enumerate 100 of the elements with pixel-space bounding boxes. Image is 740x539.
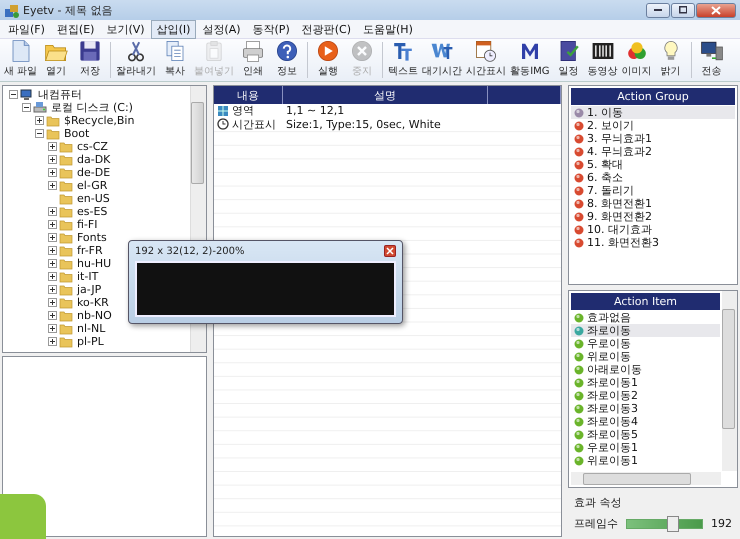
- collapse-icon[interactable]: [35, 129, 44, 138]
- expand-icon[interactable]: [48, 207, 57, 216]
- list-item[interactable]: 위로이동1: [571, 454, 720, 467]
- expand-icon[interactable]: [48, 233, 57, 242]
- folder-icon: [59, 270, 73, 283]
- tree-item[interactable]: da-DK: [75, 153, 110, 166]
- toolbar-button[interactable]: 전송: [694, 39, 729, 81]
- tree-item[interactable]: ko-KR: [75, 296, 109, 309]
- tree-item[interactable]: it-IT: [75, 270, 98, 283]
- collapse-icon[interactable]: [22, 103, 31, 112]
- list-item[interactable]: 3. 무늬효과1: [571, 132, 735, 145]
- tree-item[interactable]: nl-NL: [75, 322, 106, 335]
- menu-item[interactable]: 파일(F): [2, 20, 51, 38]
- list-item[interactable]: 5. 확대: [571, 158, 735, 171]
- toolbar-button[interactable]: 저장: [73, 39, 108, 81]
- list-item[interactable]: 8. 화면전환1: [571, 197, 735, 210]
- list-item[interactable]: 2. 보이기: [571, 119, 735, 132]
- tree-item[interactable]: fi-FI: [75, 218, 98, 231]
- expand-icon[interactable]: [48, 298, 57, 307]
- tree-item[interactable]: pl-PL: [75, 335, 104, 348]
- toolbar-button[interactable]: 새 파일: [2, 39, 40, 81]
- maximize-button[interactable]: [671, 2, 695, 18]
- list-item[interactable]: 4. 무늬효과2: [571, 145, 735, 158]
- list-item[interactable]: 아래로이동: [571, 363, 720, 376]
- menu-item[interactable]: 설정(A): [196, 20, 247, 38]
- tree-item[interactable]: $Recycle,Bin: [62, 114, 134, 127]
- toolbar-button[interactable]: 활동IMG: [508, 39, 552, 81]
- menu-item[interactable]: 보기(V): [100, 20, 151, 38]
- list-item[interactable]: 좌로이동2: [571, 389, 720, 402]
- expand-icon[interactable]: [48, 272, 57, 281]
- toolbar-button[interactable]: 실행: [311, 39, 346, 81]
- scrollbar[interactable]: [722, 291, 737, 471]
- toolbar-button[interactable]: 텍스트: [386, 39, 420, 81]
- toolbar-button[interactable]: 대기시간: [420, 39, 464, 81]
- expand-icon[interactable]: [48, 259, 57, 268]
- list-item[interactable]: 좌로이동4: [571, 415, 720, 428]
- slider-thumb[interactable]: [667, 516, 679, 532]
- tree-item[interactable]: nb-NO: [75, 309, 112, 322]
- list-item[interactable]: 1. 이동: [571, 106, 735, 119]
- collapse-icon[interactable]: [9, 90, 18, 99]
- tree-item[interactable]: 로컬 디스크 (C:): [49, 100, 133, 115]
- expand-icon[interactable]: [48, 142, 57, 151]
- list-item[interactable]: 6. 축소: [571, 171, 735, 184]
- list-item[interactable]: 9. 화면전환2: [571, 210, 735, 223]
- tree-item[interactable]: ja-JP: [75, 283, 102, 296]
- toolbar-button[interactable]: 정보: [270, 39, 304, 81]
- close-button[interactable]: [696, 2, 736, 18]
- expand-icon[interactable]: [35, 116, 44, 125]
- list-item[interactable]: 좌로이동5: [571, 428, 720, 441]
- list-item[interactable]: 7. 돌리기: [571, 184, 735, 197]
- menu-item[interactable]: 전광판(C): [296, 20, 357, 38]
- list-item[interactable]: 11. 화면전환3: [571, 236, 735, 249]
- toolbar-button[interactable]: 시간표시: [464, 39, 508, 81]
- menu-item[interactable]: 동작(P): [246, 20, 296, 38]
- folder-icon: [59, 231, 73, 244]
- expand-icon[interactable]: [48, 246, 57, 255]
- toolbar-button[interactable]: 열기: [39, 39, 74, 81]
- menu-item[interactable]: 편집(E): [50, 20, 100, 38]
- tree-item[interactable]: de-DE: [75, 166, 110, 179]
- list-item[interactable]: 우로이동1: [571, 441, 720, 454]
- list-item[interactable]: 좌로이동1: [571, 376, 720, 389]
- menu-item[interactable]: 삽입(I): [150, 20, 196, 38]
- list-item[interactable]: 효과없음: [571, 311, 720, 324]
- toolbar-button[interactable]: 잘라내기: [114, 39, 158, 81]
- tree-item[interactable]: el-GR: [75, 179, 108, 192]
- expand-icon[interactable]: [48, 181, 57, 190]
- tree-item[interactable]: fr-FR: [75, 244, 103, 257]
- tree-item[interactable]: cs-CZ: [75, 140, 108, 153]
- list-item[interactable]: 우로이동: [571, 337, 720, 350]
- menu-item[interactable]: 도움말(H): [357, 20, 419, 38]
- tree-item[interactable]: hu-HU: [75, 257, 112, 270]
- expand-icon[interactable]: [48, 324, 57, 333]
- toolbar-button[interactable]: 복사: [158, 39, 192, 81]
- tree-item[interactable]: es-ES: [75, 205, 108, 218]
- scrollbar[interactable]: [571, 472, 721, 485]
- tree-item[interactable]: en-US: [75, 192, 110, 205]
- list-item[interactable]: 좌로이동3: [571, 402, 720, 415]
- list-item[interactable]: 위로이동: [571, 350, 720, 363]
- toolbar-button[interactable]: 이미지: [620, 39, 654, 81]
- list-item[interactable]: 10. 대기효과: [571, 223, 735, 236]
- expand-icon[interactable]: [48, 311, 57, 320]
- toolbar-button[interactable]: 인쇄: [236, 39, 270, 81]
- tree-item[interactable]: Boot: [62, 127, 90, 140]
- dot-icon: [574, 224, 584, 234]
- toolbar-button[interactable]: 밝기: [654, 39, 688, 81]
- folder-icon: [59, 283, 73, 296]
- minimize-button[interactable]: [646, 2, 670, 18]
- expand-icon[interactable]: [48, 155, 57, 164]
- tree-item[interactable]: Fonts: [75, 231, 107, 244]
- expand-icon[interactable]: [48, 220, 57, 229]
- expand-icon[interactable]: [48, 337, 57, 346]
- list-item[interactable]: 좌로이동: [571, 324, 720, 337]
- toolbar-button[interactable]: 동영상: [586, 39, 620, 81]
- toolbar-button[interactable]: 일정: [552, 39, 586, 81]
- close-button[interactable]: [384, 245, 396, 257]
- column-header[interactable]: 내용: [214, 86, 283, 104]
- tree-item[interactable]: 내컴퓨터: [36, 87, 82, 102]
- expand-icon[interactable]: [48, 285, 57, 294]
- expand-icon[interactable]: [48, 168, 57, 177]
- column-header[interactable]: 설명: [283, 86, 488, 104]
